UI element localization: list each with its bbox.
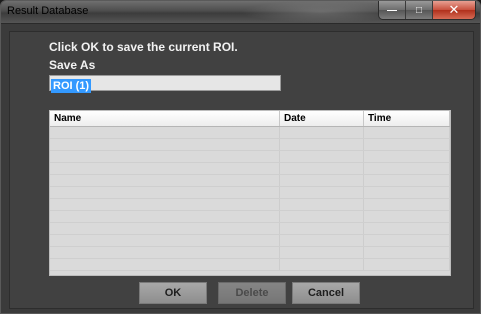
table-cell: [364, 175, 450, 186]
maximize-icon: □: [415, 4, 423, 16]
column-header-name[interactable]: Name: [50, 111, 280, 126]
table-cell: [364, 187, 450, 198]
table-cell: [280, 235, 364, 246]
table-cell: [280, 259, 364, 270]
table-cell: [50, 247, 280, 258]
table-cell: [50, 259, 280, 270]
table-cell: [50, 187, 280, 198]
table-row[interactable]: [50, 151, 450, 163]
table-cell: [50, 211, 280, 222]
table-cell: [280, 187, 364, 198]
table-cell: [280, 127, 364, 138]
table-cell: [280, 247, 364, 258]
window-title: Result Database: [7, 5, 89, 17]
table-row[interactable]: [50, 139, 450, 151]
table-cell: [280, 223, 364, 234]
delete-button[interactable]: Delete: [218, 282, 286, 304]
table-cell: [280, 151, 364, 162]
table-header: Name Date Time: [50, 111, 450, 127]
result-database-window: Result Database — □ ✕ Click OK to save t…: [0, 0, 481, 314]
table-row[interactable]: [50, 259, 450, 271]
minimize-icon: —: [387, 4, 397, 16]
column-header-date[interactable]: Date: [280, 111, 364, 126]
table-cell: [364, 139, 450, 150]
table-cell: [364, 127, 450, 138]
dialog-body: Click OK to save the current ROI. Save A…: [9, 31, 474, 309]
save-as-input[interactable]: ROI (1): [49, 75, 281, 93]
results-table[interactable]: Name Date Time: [49, 110, 451, 276]
close-button[interactable]: ✕: [432, 1, 475, 19]
table-cell: [280, 163, 364, 174]
table-cell: [280, 199, 364, 210]
table-cell: [364, 223, 450, 234]
table-cell: [364, 259, 450, 270]
table-row[interactable]: [50, 187, 450, 199]
table-row[interactable]: [50, 163, 450, 175]
close-icon: ✕: [448, 2, 460, 17]
save-as-label: Save As: [49, 58, 96, 72]
table-cell: [364, 235, 450, 246]
table-cell: [364, 247, 450, 258]
table-row[interactable]: [50, 211, 450, 223]
table-cell: [280, 139, 364, 150]
table-row[interactable]: [50, 175, 450, 187]
table-cell: [280, 175, 364, 186]
table-row[interactable]: [50, 223, 450, 235]
table-row[interactable]: [50, 127, 450, 139]
table-body: [50, 127, 450, 271]
table-cell: [50, 223, 280, 234]
table-row[interactable]: [50, 247, 450, 259]
column-header-time[interactable]: Time: [364, 111, 450, 126]
minimize-button[interactable]: —: [379, 1, 405, 19]
table-cell: [50, 139, 280, 150]
table-cell: [364, 163, 450, 174]
cancel-button[interactable]: Cancel: [292, 282, 360, 304]
save-as-input-value: ROI (1): [51, 79, 92, 93]
table-row[interactable]: [50, 235, 450, 247]
ok-button[interactable]: OK: [139, 282, 207, 304]
table-cell: [50, 151, 280, 162]
table-cell: [364, 199, 450, 210]
maximize-button[interactable]: □: [405, 1, 432, 19]
table-cell: [50, 127, 280, 138]
table-cell: [50, 175, 280, 186]
table-cell: [364, 211, 450, 222]
table-row[interactable]: [50, 199, 450, 211]
table-cell: [50, 199, 280, 210]
window-controls: — □ ✕: [378, 1, 476, 20]
table-cell: [280, 211, 364, 222]
instruction-text: Click OK to save the current ROI.: [49, 40, 238, 54]
table-cell: [50, 235, 280, 246]
button-bar: OK Delete Cancel: [10, 282, 473, 304]
table-cell: [364, 151, 450, 162]
table-cell: [50, 163, 280, 174]
